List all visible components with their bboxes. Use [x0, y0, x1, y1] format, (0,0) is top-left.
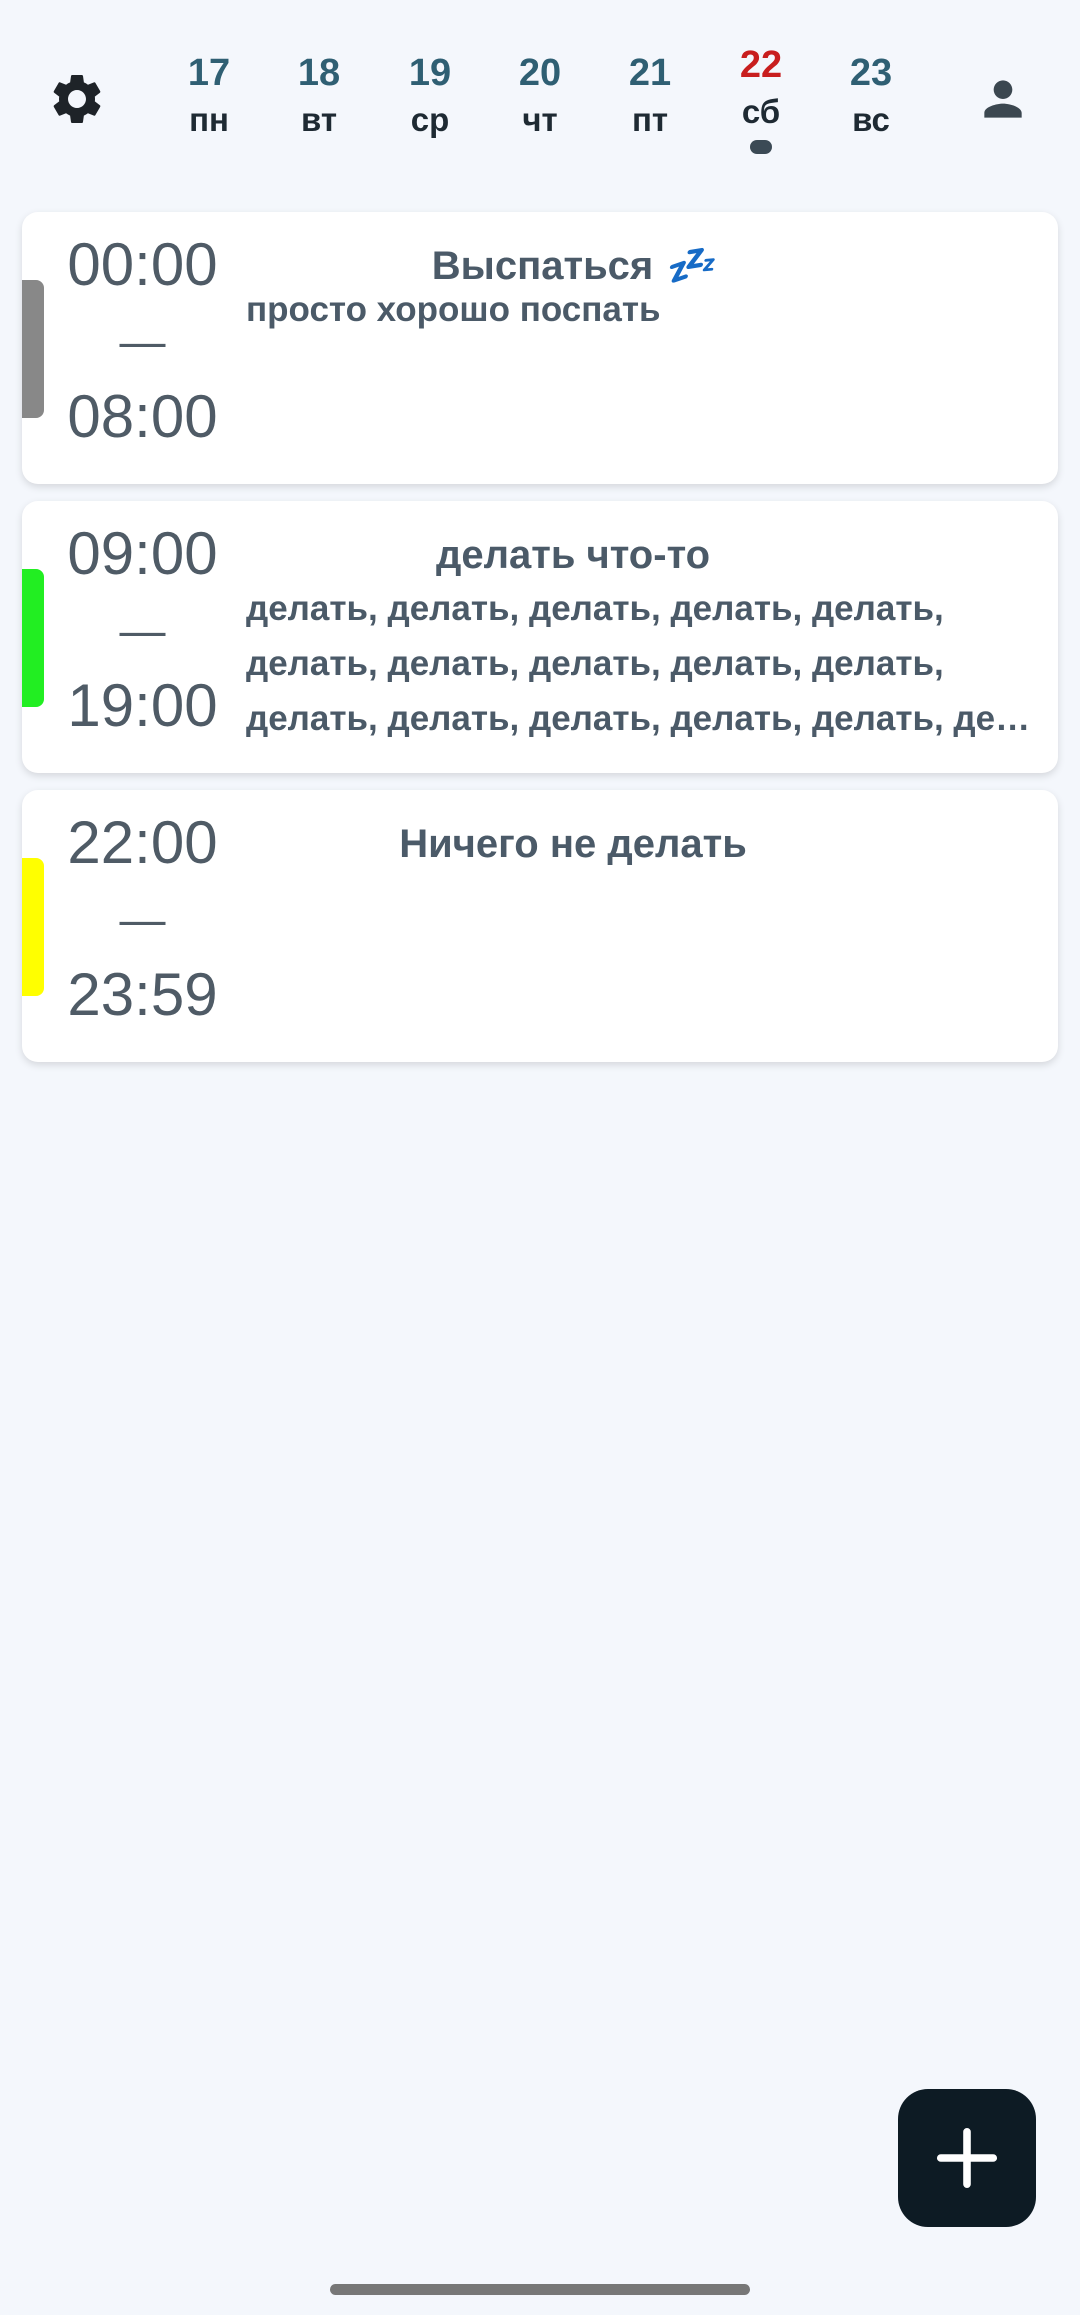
day-name: сб: [741, 93, 781, 130]
event-start-time: 09:00: [67, 520, 218, 587]
event-time-range: 00:00 — 08:00: [60, 230, 225, 452]
day-number: 23: [849, 52, 893, 94]
time-dash: —: [119, 893, 166, 945]
event-start-time: 22:00: [67, 809, 218, 876]
person-icon: [984, 80, 1022, 118]
week-header: 17 пн 18 вт 19 ср 20 чт 21 пт 22 сб 23 в…: [0, 0, 1080, 190]
description-line: делать, делать, делать, делать, делать,: [246, 589, 944, 628]
description-line: делать, делать, делать, делать, делать, …: [246, 699, 1046, 738]
day-18[interactable]: 18 вт: [269, 48, 369, 142]
day-22-selected[interactable]: 22 сб: [711, 44, 811, 154]
selected-day-indicator: [750, 140, 772, 154]
time-dash: —: [119, 604, 166, 656]
event-time-range: 09:00 — 19:00: [60, 519, 225, 741]
day-number: 19: [408, 52, 452, 94]
day-number: 18: [297, 52, 341, 94]
add-event-button[interactable]: [898, 2089, 1036, 2227]
day-name: вс: [852, 101, 890, 138]
event-content: Выспаться 💤 просто хорошо поспать: [246, 240, 1046, 332]
day-number: 21: [628, 52, 672, 94]
event-color-bar: [22, 569, 44, 707]
day-name: ср: [410, 101, 450, 138]
event-content: делать что-то делать, делать, делать, де…: [246, 529, 1046, 746]
day-name: чт: [522, 101, 558, 138]
event-card[interactable]: 09:00 — 19:00 делать что-то делать, дела…: [22, 501, 1058, 773]
event-card[interactable]: 00:00 — 08:00 Выспаться 💤 просто хорошо …: [22, 212, 1058, 484]
event-title: Выспаться 💤: [431, 244, 715, 288]
event-time-range: 22:00 — 23:59: [60, 808, 225, 1030]
day-23[interactable]: 23 вс: [821, 48, 921, 142]
day-number: 22: [739, 44, 783, 86]
event-title: Ничего не делать: [399, 822, 747, 866]
event-description: просто хорошо поспать: [246, 290, 661, 329]
event-end-time: 19:00: [67, 672, 218, 739]
day-20[interactable]: 20 чт: [490, 48, 590, 142]
day-number: 20: [518, 52, 562, 94]
time-dash: —: [119, 315, 166, 367]
event-card[interactable]: 22:00 — 23:59 Ничего не делать: [22, 790, 1058, 1062]
event-description: делать, делать, делать, делать, делать, …: [246, 581, 1046, 746]
event-color-bar: [22, 858, 44, 996]
day-17[interactable]: 17 пн: [159, 48, 259, 142]
day-name: пн: [189, 101, 229, 138]
settings-button[interactable]: [42, 64, 112, 134]
profile-button[interactable]: [968, 64, 1038, 134]
gesture-navigation-bar[interactable]: [330, 2284, 750, 2295]
zzz-emoji: 💤: [664, 244, 715, 288]
event-end-time: 23:59: [67, 961, 218, 1028]
day-19[interactable]: 19 ср: [380, 48, 480, 142]
day-number: 17: [187, 52, 231, 94]
day-21[interactable]: 21 пт: [600, 48, 700, 142]
event-end-time: 08:00: [67, 383, 218, 450]
event-color-bar: [22, 280, 44, 418]
event-title: делать что-то: [435, 533, 711, 577]
plus-icon: [936, 2127, 998, 2189]
day-name: пт: [631, 101, 669, 138]
gear-icon: [53, 74, 101, 123]
description-line: делать, делать, делать, делать, делать,: [246, 644, 944, 683]
event-start-time: 00:00: [67, 231, 218, 298]
event-content: Ничего не делать: [246, 818, 1046, 870]
day-name: вт: [300, 101, 337, 138]
